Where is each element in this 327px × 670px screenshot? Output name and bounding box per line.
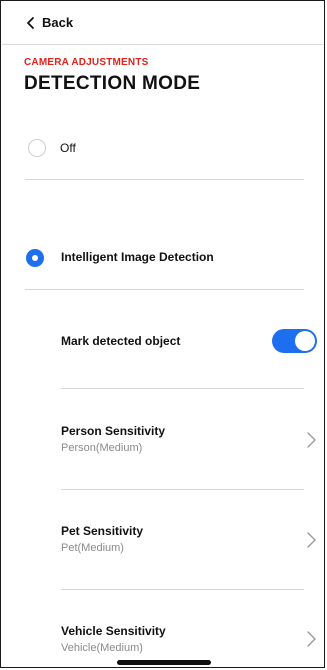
back-button[interactable]: Back xyxy=(24,15,73,30)
header-divider xyxy=(2,44,323,45)
back-label: Back xyxy=(42,15,74,30)
radio-intelligent-detection[interactable] xyxy=(26,249,44,267)
chevron-right-icon xyxy=(307,532,316,548)
mark-detected-label: Mark detected object xyxy=(61,334,181,348)
mark-detected-toggle[interactable] xyxy=(272,329,317,353)
chevron-right-icon xyxy=(307,631,316,647)
chevron-left-icon xyxy=(27,16,34,29)
screen: Back CAMERA ADJUSTMENTS DETECTION MODE O… xyxy=(0,0,325,668)
person-sensitivity-title: Person Sensitivity xyxy=(61,424,166,438)
pet-sensitivity-value: Pet(Medium) xyxy=(61,542,124,554)
option-intelligent-label: Intelligent Image Detection xyxy=(61,250,214,264)
pet-sensitivity-title: Pet Sensitivity xyxy=(61,524,144,538)
option-off-label: Off xyxy=(60,141,76,155)
divider xyxy=(25,179,304,180)
page-title: DETECTION MODE xyxy=(24,73,201,94)
radio-off[interactable] xyxy=(28,139,46,157)
vehicle-sensitivity-value: Vehicle(Medium) xyxy=(61,642,143,654)
divider xyxy=(25,289,304,290)
home-indicator xyxy=(117,660,211,665)
chevron-right-icon xyxy=(307,432,316,448)
divider xyxy=(61,589,304,590)
pet-sensitivity-row[interactable] xyxy=(51,511,322,567)
person-sensitivity-row[interactable] xyxy=(51,411,322,467)
toggle-knob xyxy=(295,331,315,351)
divider xyxy=(61,388,304,389)
section-label: CAMERA ADJUSTMENTS xyxy=(24,57,149,68)
person-sensitivity-value: Person(Medium) xyxy=(61,442,143,454)
vehicle-sensitivity-title: Vehicle Sensitivity xyxy=(61,624,166,638)
divider xyxy=(61,489,304,490)
